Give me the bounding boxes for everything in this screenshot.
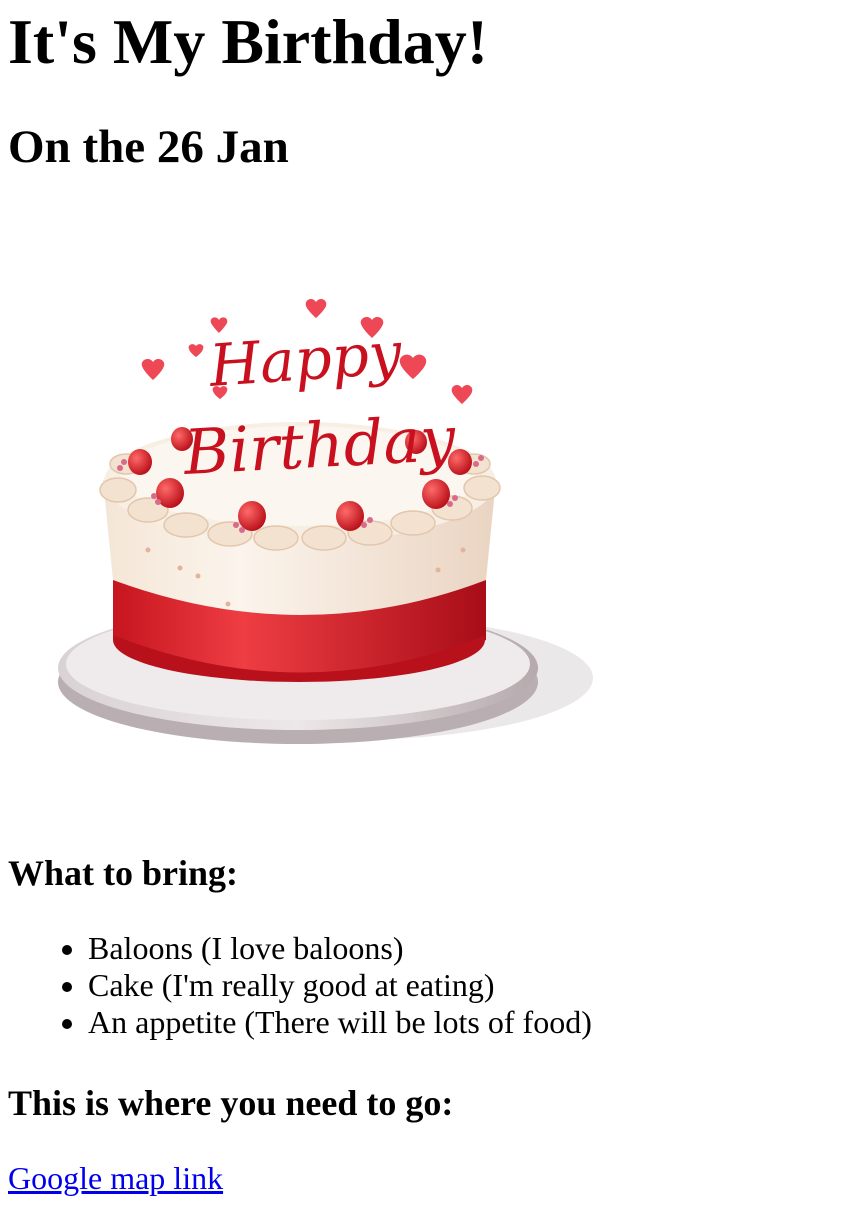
svg-text:Birthday: Birthday: [181, 402, 458, 489]
list-item: Baloons (I love baloons): [88, 930, 592, 967]
birthday-cake-image: Happy Birthday: [8, 220, 608, 820]
location-heading: This is where you need to go:: [8, 1083, 454, 1123]
party-date-heading: On the 26 Jan: [8, 121, 289, 173]
bring-list: Baloons (I love baloons) Cake (I'm reall…: [8, 930, 592, 1041]
page: It's My Birthday! On the 26 Jan Happy Bi…: [0, 0, 850, 1226]
google-map-link[interactable]: Google map link: [8, 1158, 223, 1198]
page-title: It's My Birthday!: [8, 6, 488, 77]
list-item: Cake (I'm really good at eating): [88, 967, 592, 1004]
svg-text:Happy: Happy: [206, 319, 405, 400]
list-item: An appetite (There will be lots of food): [88, 1004, 592, 1041]
what-to-bring-heading: What to bring:: [8, 853, 239, 893]
